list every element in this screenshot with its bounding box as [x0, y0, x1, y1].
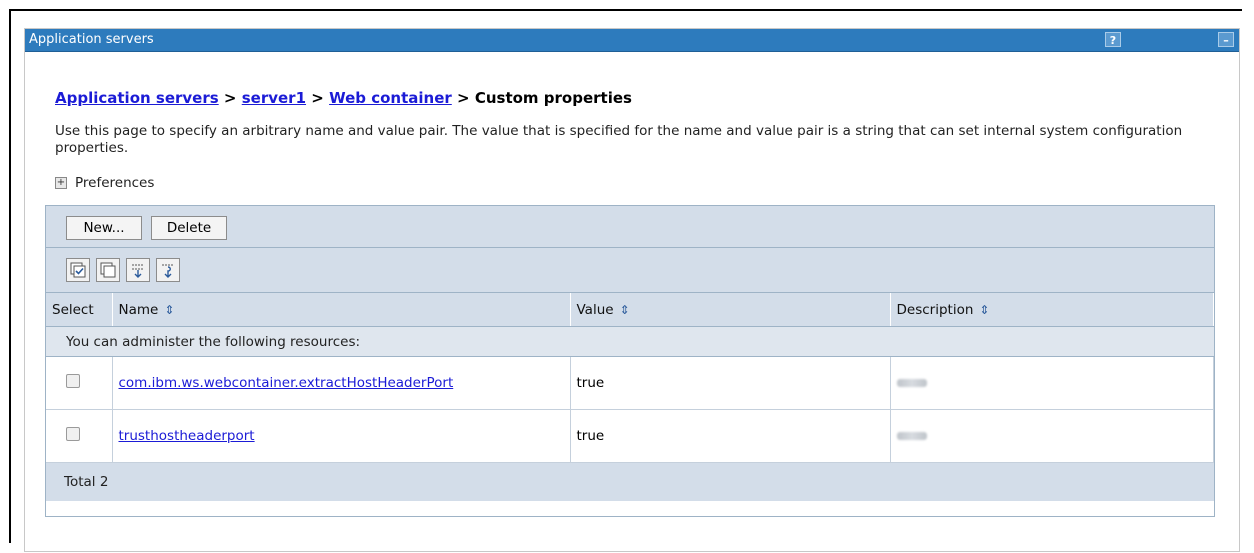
- preferences-label: Preferences: [75, 175, 155, 191]
- portlet-title: Application servers: [29, 32, 154, 47]
- portlet-titlebar: Application servers ? –: [25, 29, 1239, 52]
- table-header-row: Select Name ⇕ Value ⇕ Description ⇕: [46, 293, 1214, 327]
- column-header-name[interactable]: Name ⇕: [112, 293, 571, 327]
- breadcrumb-separator: >: [311, 89, 324, 107]
- select-all-icon[interactable]: [66, 258, 90, 282]
- column-header-description[interactable]: Description ⇕: [890, 293, 1214, 327]
- clear-filter-icon[interactable]: [156, 258, 180, 282]
- table-row: trusthostheaderport true: [46, 409, 1214, 463]
- description-cell: [890, 409, 1214, 463]
- properties-table: Select Name ⇕ Value ⇕ Description ⇕ You can…: [46, 293, 1214, 501]
- page-description: Use this page to specify an arbitrary na…: [55, 123, 1183, 156]
- name-cell: com.ibm.ws.webcontainer.extractHostHeade…: [112, 356, 571, 410]
- deselect-all-icon[interactable]: [96, 258, 120, 282]
- property-name-link[interactable]: com.ibm.ws.webcontainer.extractHostHeade…: [119, 375, 454, 391]
- breadcrumb: Application servers > server1 > Web cont…: [55, 89, 632, 107]
- total-row: Total 2: [46, 462, 1214, 501]
- column-header-select: Select: [46, 293, 113, 327]
- breadcrumb-application-servers[interactable]: Application servers: [55, 89, 219, 107]
- delete-button[interactable]: Delete: [151, 216, 227, 240]
- value-cell: true: [570, 356, 891, 410]
- breadcrumb-server1[interactable]: server1: [242, 89, 306, 107]
- button-bar: New... Delete: [46, 206, 1214, 248]
- portlet: Application servers ? – Application serv…: [24, 28, 1240, 552]
- expand-icon[interactable]: +: [55, 177, 67, 189]
- row-checkbox[interactable]: [66, 374, 80, 388]
- name-cell: trusthostheaderport: [112, 409, 571, 463]
- info-row: You can administer the following resourc…: [46, 326, 1214, 357]
- description-cell: [890, 356, 1214, 410]
- redacted-description: [896, 379, 927, 387]
- info-text: You can administer the following resourc…: [46, 326, 1214, 357]
- property-name-link[interactable]: trusthostheaderport: [119, 428, 255, 444]
- new-button[interactable]: New...: [66, 216, 142, 240]
- help-icon[interactable]: ?: [1105, 32, 1121, 47]
- select-cell: [46, 409, 113, 463]
- breadcrumb-separator: >: [223, 89, 237, 107]
- icon-toolbar: [46, 248, 1214, 293]
- value-cell: true: [570, 409, 891, 463]
- select-cell: [46, 356, 113, 410]
- breadcrumb-web-container[interactable]: Web container: [329, 89, 452, 107]
- column-header-value[interactable]: Value ⇕: [570, 293, 891, 327]
- column-value-label: Value: [576, 301, 614, 318]
- preferences-toggle[interactable]: + Preferences: [55, 175, 154, 191]
- show-filter-icon[interactable]: [126, 258, 150, 282]
- breadcrumb-current: Custom properties: [474, 89, 632, 107]
- sort-icon[interactable]: ⇕: [620, 303, 630, 317]
- collection-panel: New... Delete Select Name ⇕ Value ⇕ Desc…: [45, 205, 1215, 517]
- table-row: com.ibm.ws.webcontainer.extractHostHeade…: [46, 356, 1214, 410]
- redacted-description: [896, 432, 927, 440]
- breadcrumb-separator: >: [457, 89, 470, 107]
- column-name-label: Name: [118, 301, 159, 318]
- sort-icon[interactable]: ⇕: [979, 303, 989, 317]
- column-description-label: Description: [896, 301, 974, 318]
- column-select-label: Select: [52, 301, 94, 318]
- row-checkbox[interactable]: [66, 427, 80, 441]
- total-count: Total 2: [46, 462, 1214, 501]
- sort-icon[interactable]: ⇕: [164, 303, 174, 317]
- minimize-icon[interactable]: –: [1218, 32, 1234, 47]
